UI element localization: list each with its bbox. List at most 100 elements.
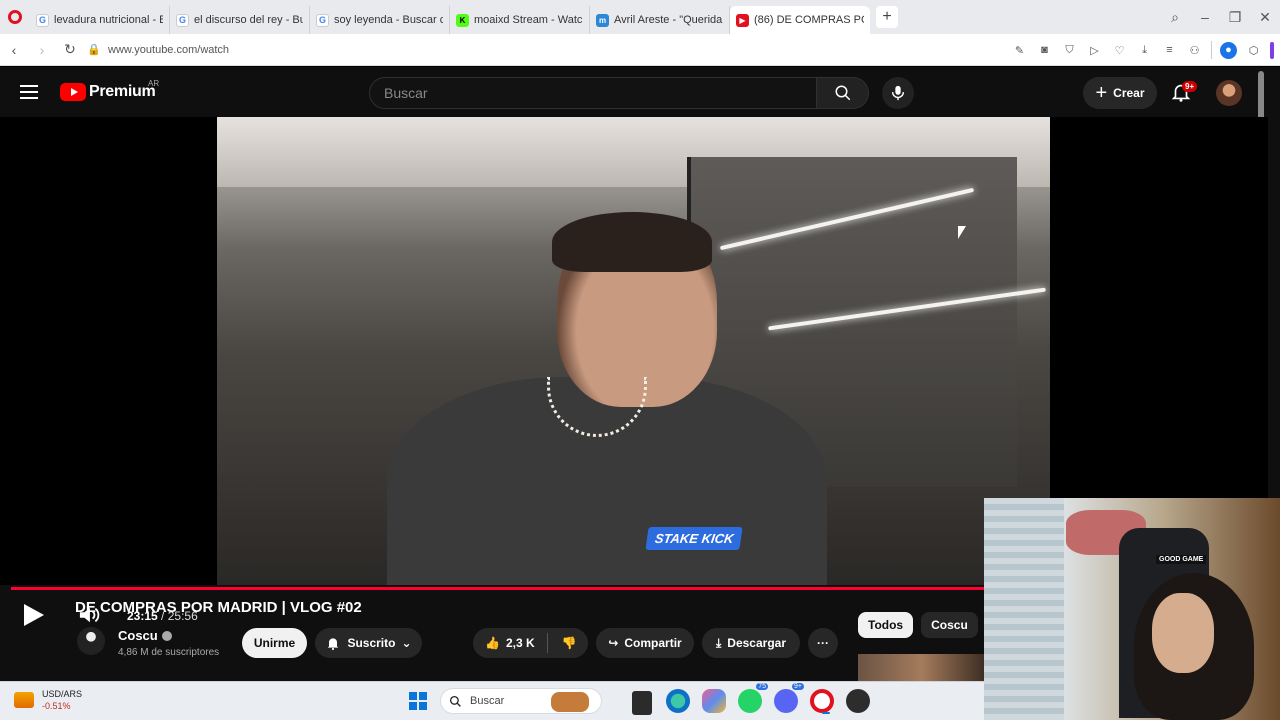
tab-title: el discurso del rey - Busca bbox=[194, 14, 303, 26]
join-button[interactable]: Unirme bbox=[242, 628, 307, 658]
website-icon: m bbox=[596, 13, 609, 27]
reload-icon[interactable]: ↻ bbox=[56, 41, 84, 58]
cube-icon[interactable]: ⬡ bbox=[1245, 42, 1262, 59]
new-tab-button[interactable]: + bbox=[876, 6, 898, 28]
chip-coscu[interactable]: Coscu bbox=[921, 612, 978, 638]
kick-icon: K bbox=[456, 13, 469, 27]
download-button[interactable]: ⤓ Descargar bbox=[702, 628, 800, 658]
widget-title: USD/ARS bbox=[42, 689, 83, 699]
sponsor-logo: STAKE KICK bbox=[645, 527, 744, 550]
obs-icon[interactable] bbox=[846, 689, 870, 713]
heart-icon[interactable]: ♡ bbox=[1111, 42, 1128, 59]
chart-icon bbox=[14, 692, 34, 708]
hamburger-menu-icon[interactable] bbox=[20, 85, 38, 99]
download-icon[interactable]: ⤓ bbox=[1136, 42, 1153, 59]
subscribed-button[interactable]: Suscrito ⌄ bbox=[315, 628, 422, 658]
recommendation-chips: Todos Coscu bbox=[858, 612, 978, 638]
browser-tab-bar: G levadura nutricional - Bus G el discur… bbox=[0, 0, 1280, 34]
google-icon: G bbox=[36, 13, 49, 27]
microphone-icon bbox=[891, 85, 905, 101]
browser-tab[interactable]: G soy leyenda - Buscar con G bbox=[310, 6, 450, 34]
currency-widget[interactable]: USD/ARS -0.51% bbox=[14, 688, 82, 712]
more-options-icon[interactable]: ··· bbox=[808, 628, 838, 658]
active-indicator bbox=[822, 712, 830, 714]
youtube-icon: ▶ bbox=[736, 13, 749, 27]
browser-tab[interactable]: G el discurso del rey - Busca bbox=[170, 6, 310, 34]
webcam-overlay: GOOD GAME bbox=[984, 498, 1280, 720]
taskbar-search-placeholder: Buscar bbox=[470, 695, 505, 707]
tab-title: soy leyenda - Buscar con G bbox=[334, 14, 443, 26]
shield-icon[interactable]: ⛉ bbox=[1061, 42, 1078, 59]
bell-icon bbox=[328, 638, 339, 651]
dislike-icon[interactable]: 👎 bbox=[562, 636, 577, 650]
sidebar-icon[interactable] bbox=[1270, 41, 1274, 59]
search-tabs-icon[interactable]: ⌕ bbox=[1160, 9, 1190, 26]
search-input[interactable] bbox=[369, 77, 817, 109]
search-bar bbox=[369, 77, 869, 109]
divider bbox=[1211, 41, 1212, 59]
chair-label: GOOD GAME bbox=[1156, 555, 1207, 564]
opera-icon[interactable] bbox=[810, 689, 834, 714]
profile-icon[interactable]: ⚇ bbox=[1186, 42, 1203, 59]
browser-tab[interactable]: K moaixd Stream - Watc bbox=[450, 6, 590, 34]
chip-todos[interactable]: Todos bbox=[858, 612, 914, 638]
browser-tab[interactable]: G levadura nutricional - Bus bbox=[30, 6, 170, 34]
download-label: Descargar bbox=[727, 636, 787, 650]
youtube-logo[interactable]: Premium AR bbox=[60, 79, 159, 101]
address-bar-actions: ✎ ◙ ⛉ ▷ ♡ ⤓ ≡ ⚇ ● ⬡ bbox=[1011, 34, 1274, 66]
play-icon[interactable]: ▷ bbox=[1086, 42, 1103, 59]
channel-name[interactable]: Coscu bbox=[118, 628, 158, 643]
video-title: DE COMPRAS POR MADRID | VLOG #02 bbox=[75, 599, 362, 616]
whatsapp-icon[interactable]: 75 bbox=[738, 683, 768, 713]
file-explorer-icon[interactable] bbox=[632, 691, 652, 715]
channel-name-row[interactable]: Coscu bbox=[118, 628, 172, 643]
youtube-header: Premium AR + Crear 9+ bbox=[0, 67, 1268, 211]
back-icon[interactable]: ‹ bbox=[0, 42, 28, 58]
play-button-icon[interactable] bbox=[24, 604, 44, 626]
browser-tab[interactable]: m Avril Areste - "Querida yo bbox=[590, 6, 730, 34]
create-button[interactable]: + Crear bbox=[1083, 77, 1157, 109]
search-button[interactable] bbox=[817, 77, 869, 109]
address-bar: ‹ › ↻ 🔒 www.youtube.com/watch ✎ ◙ ⛉ ▷ ♡ … bbox=[0, 34, 1280, 66]
edge-icon[interactable] bbox=[666, 689, 690, 713]
menu-icon[interactable]: ≡ bbox=[1161, 42, 1178, 59]
avatar[interactable] bbox=[1216, 80, 1242, 106]
forward-icon[interactable]: › bbox=[28, 42, 56, 58]
video-frame[interactable]: STAKE KICK bbox=[217, 117, 1050, 585]
extension-icon[interactable]: ● bbox=[1220, 41, 1237, 59]
copilot-icon[interactable] bbox=[702, 689, 726, 713]
windows-start-icon[interactable] bbox=[409, 692, 427, 710]
brand-label: Premium bbox=[89, 83, 156, 100]
close-icon[interactable]: ✕ bbox=[1250, 9, 1280, 26]
google-icon: G bbox=[176, 13, 189, 27]
search-icon bbox=[449, 695, 461, 707]
browser-tab-active[interactable]: ▶ (86) DE COMPRAS POR M bbox=[730, 6, 870, 34]
chevron-down-icon: ⌄ bbox=[401, 636, 412, 650]
opera-menu-icon[interactable] bbox=[0, 0, 30, 34]
webcam-person-face bbox=[1152, 593, 1214, 673]
maximize-icon[interactable]: ❐ bbox=[1220, 9, 1250, 26]
like-icon[interactable]: 👍 bbox=[485, 636, 500, 650]
camera-icon[interactable]: ◙ bbox=[1036, 42, 1053, 59]
tab-title: Avril Areste - "Querida yo bbox=[614, 14, 723, 26]
edit-icon[interactable]: ✎ bbox=[1011, 42, 1028, 59]
lock-icon[interactable]: 🔒 bbox=[84, 43, 104, 56]
share-icon: ↪ bbox=[608, 636, 619, 650]
subscriber-count: 4,86 M de suscriptores bbox=[118, 647, 220, 658]
create-label: Crear bbox=[1113, 86, 1145, 100]
taskbar-search[interactable]: Buscar bbox=[440, 688, 602, 714]
recommended-video-thumbnail[interactable] bbox=[858, 654, 986, 681]
widget-value: -0.51% bbox=[42, 701, 71, 711]
url-field[interactable]: www.youtube.com/watch bbox=[108, 44, 229, 56]
discord-icon[interactable]: 9+ bbox=[774, 683, 804, 713]
voice-search-button[interactable] bbox=[882, 77, 914, 109]
channel-avatar[interactable] bbox=[77, 627, 105, 655]
search-icon bbox=[835, 85, 850, 101]
plus-icon: + bbox=[1095, 82, 1108, 104]
progress-bar[interactable] bbox=[11, 587, 1011, 590]
like-count[interactable]: 2,3 K bbox=[506, 636, 535, 650]
country-code: AR bbox=[148, 79, 160, 88]
share-button[interactable]: ↪ Compartir bbox=[596, 628, 694, 658]
minimize-icon[interactable]: – bbox=[1190, 9, 1220, 25]
tab-title: (86) DE COMPRAS POR M bbox=[754, 14, 864, 26]
